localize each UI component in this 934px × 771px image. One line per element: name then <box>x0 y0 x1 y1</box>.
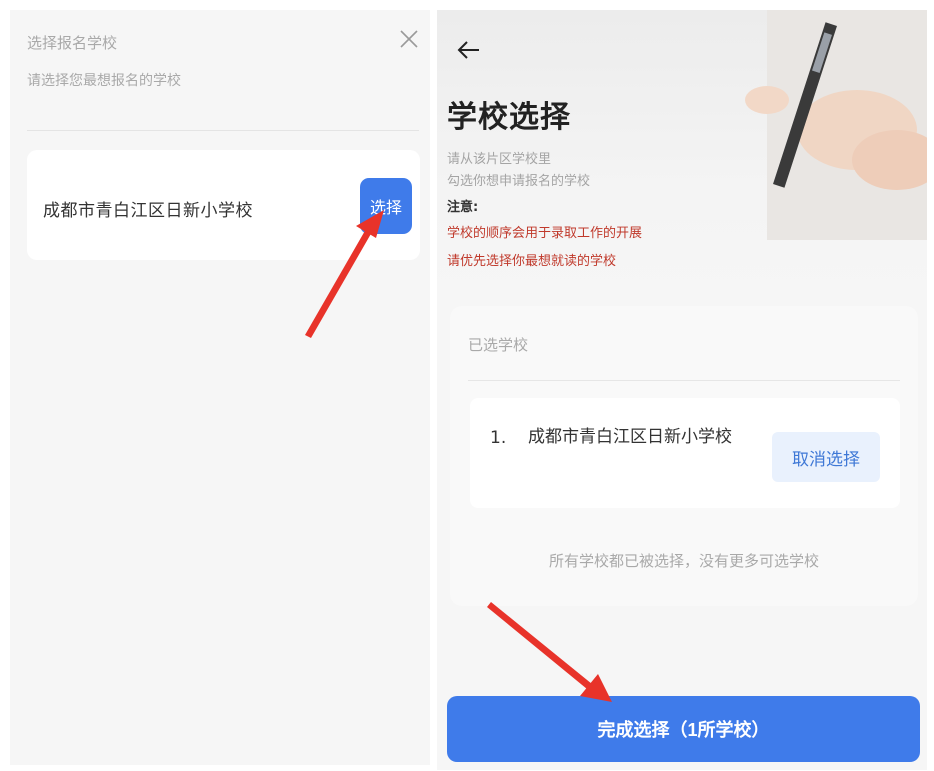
back-button[interactable] <box>457 40 481 64</box>
no-more-schools-message: 所有学校都已被选择，没有更多可选学校 <box>548 552 819 570</box>
page-title: 学校选择 <box>447 100 571 135</box>
school-picker-dialog: 选择报名学校 请选择您最想报名的学校 成都市青白江区日新小学校 选择 <box>10 10 430 765</box>
selected-schools-card: 已选学校 1. 成都市青白江区日新小学校 取消选择 所有学校都已被选择，没有更多… <box>450 306 918 606</box>
warning-line-1: 学校的顺序会用于录取工作的开展 <box>447 226 643 241</box>
selected-schools-label: 已选学校 <box>468 336 529 354</box>
dialog-title: 选择报名学校 <box>27 34 118 52</box>
finish-selection-button[interactable]: 完成选择（1所学校） <box>447 696 920 762</box>
school-selection-page: 学校选择 请从该片区学校里 勾选你想申请报名的学校 注意: 学校的顺序会用于录取… <box>437 10 927 770</box>
dialog-subtitle: 请选择您最想报名的学校 <box>27 73 181 89</box>
divider <box>27 130 419 131</box>
close-icon <box>400 30 418 48</box>
list-item: 1. 成都市青白江区日新小学校 取消选择 <box>470 398 900 508</box>
close-button[interactable] <box>394 24 424 54</box>
school-name: 成都市青白江区日新小学校 <box>43 201 253 221</box>
instruction-line-1: 请从该片区学校里 <box>447 152 552 167</box>
select-school-button[interactable]: 选择 <box>360 178 412 234</box>
back-arrow-icon <box>457 41 479 59</box>
divider <box>468 380 900 381</box>
cancel-selection-button[interactable]: 取消选择 <box>772 432 880 482</box>
school-option-card: 成都市青白江区日新小学校 选择 <box>27 150 420 260</box>
instruction-line-2: 勾选你想申请报名的学校 <box>447 174 591 189</box>
item-index: 1. <box>490 428 507 448</box>
warning-line-2: 请优先选择你最想就读的学校 <box>447 254 617 269</box>
note-label: 注意: <box>447 200 479 215</box>
item-school-name: 成都市青白江区日新小学校 <box>528 427 732 447</box>
